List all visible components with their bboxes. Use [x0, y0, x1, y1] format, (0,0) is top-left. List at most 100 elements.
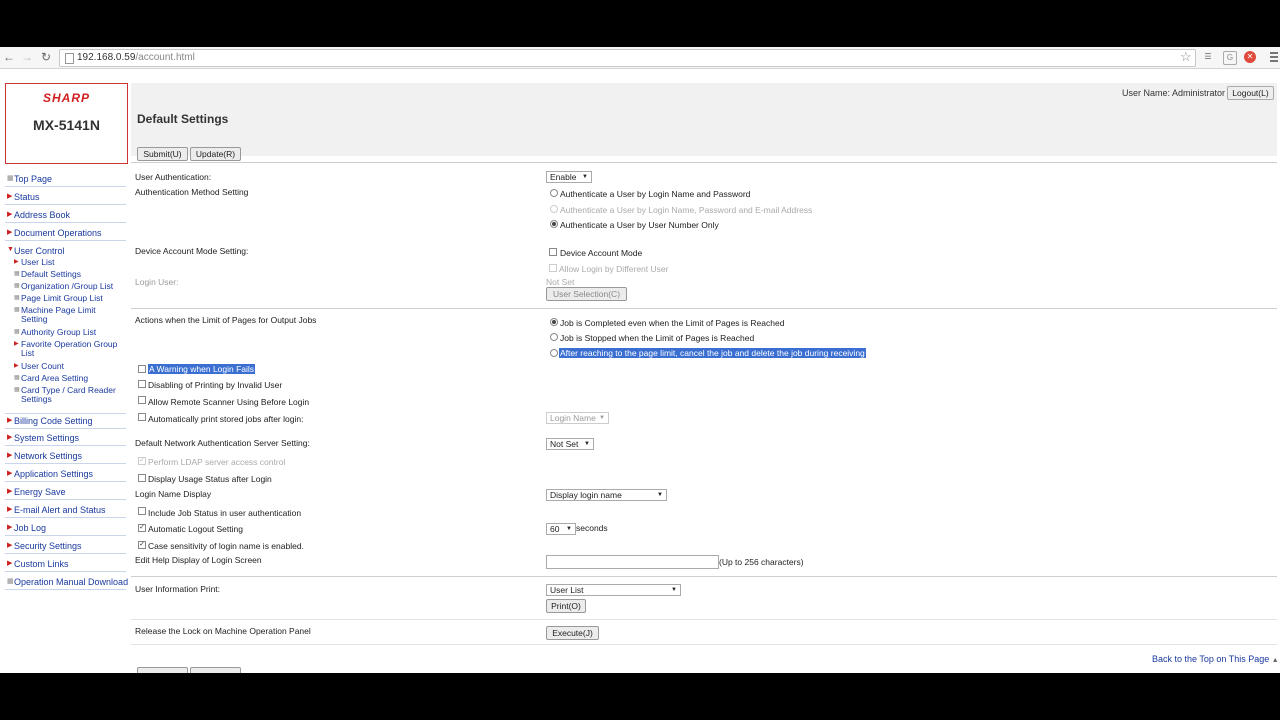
limit-radio-1[interactable]	[550, 318, 558, 326]
case-sensitivity-checkbox[interactable]: ✓	[138, 541, 146, 549]
expand-arrow-icon: ▶	[14, 259, 19, 265]
user-auth-select[interactable]: Enable ▼	[546, 171, 592, 183]
execute-button[interactable]: Execute(J)	[546, 626, 599, 640]
sidebar-item-energy-save[interactable]: ▶ Energy Save	[5, 485, 126, 500]
user-info-print-label: User Information Print:	[135, 584, 221, 594]
sidebar-item-application-settings[interactable]: ▶ Application Settings	[5, 467, 126, 482]
auth-method-radio-3[interactable]	[550, 220, 558, 228]
sidebar-item-document-operations[interactable]: ▶ Document Operations	[5, 226, 126, 241]
limit-option-1: Job is Completed even when the Limit of …	[560, 318, 785, 328]
auto-logout-select[interactable]: 60 ▼	[546, 523, 576, 535]
edit-help-hint: (Up to 256 characters)	[719, 557, 804, 567]
disable-invalid-user-checkbox[interactable]	[138, 380, 146, 388]
forward-arrow-icon[interactable]: →	[20, 50, 34, 64]
user-name-text: User Name: Administrator	[1122, 88, 1226, 98]
sidebar-item-status[interactable]: ▶ Status	[5, 190, 126, 205]
menu-icon[interactable]	[1270, 52, 1278, 62]
edit-help-label: Edit Help Display of Login Screen	[135, 555, 262, 565]
sidebar-subitem-card-type-reader[interactable]: ▦ Card Type / Card Reader Settings	[5, 386, 126, 408]
sidebar-item-custom-links[interactable]: ▶ Custom Links	[5, 557, 126, 572]
auto-logout-text: Automatic Logout Setting	[148, 524, 243, 534]
sidebar-item-top-page[interactable]: ▦ Top Page	[5, 172, 126, 187]
sidebar-item-label: E-mail Alert and Status	[14, 505, 106, 515]
limit-radio-3[interactable]	[550, 349, 558, 357]
sidebar-item-operation-manual[interactable]: ▦ Operation Manual Download	[5, 575, 128, 590]
warning-login-fails-checkbox[interactable]	[138, 365, 146, 373]
url-text: 192.168.0.59/account.html	[77, 52, 195, 63]
ldap-access-text: Perform LDAP server access control	[148, 457, 286, 467]
sidebar-item-address-book[interactable]: ▶ Address Book	[5, 208, 126, 223]
bookmark-star-icon[interactable]: ☆	[1180, 49, 1192, 65]
expand-arrow-icon: ▶	[7, 193, 13, 200]
auto-print-stored-checkbox[interactable]	[138, 413, 146, 421]
page-title: Default Settings	[137, 112, 229, 126]
page-icon: ▦	[14, 375, 20, 381]
extension-icon[interactable]: G	[1223, 51, 1237, 65]
back-arrow-icon[interactable]: ←	[2, 50, 16, 64]
sidebar-item-label: Status	[14, 192, 40, 202]
update-button-bottom[interactable]	[190, 667, 241, 673]
sidebar-item-label: Security Settings	[14, 541, 82, 551]
auth-method-radio-1[interactable]	[550, 189, 558, 197]
ldap-access-checkbox[interactable]: ✓	[138, 457, 146, 465]
sidebar-subitem-label: User Count	[21, 361, 64, 371]
sidebar-item-job-log[interactable]: ▶ Job Log	[5, 521, 126, 536]
sidebar-item-label: Billing Code Setting	[14, 416, 93, 426]
auth-method-option-3: Authenticate a User by User Number Only	[560, 220, 719, 230]
include-job-status-checkbox[interactable]	[138, 507, 146, 515]
expand-arrow-icon: ▶	[7, 434, 13, 441]
user-auth-label: User Authentication:	[135, 172, 212, 182]
login-name-display-select[interactable]: Display login name ▼	[546, 489, 667, 501]
extension-icon[interactable]: ☰	[1202, 51, 1214, 63]
include-job-status-text: Include Job Status in user authenticatio…	[148, 508, 302, 518]
print-button[interactable]: Print(O)	[546, 599, 586, 613]
login-user-label: Login User:	[135, 277, 179, 287]
sidebar-item-security-settings[interactable]: ▶ Security Settings	[5, 539, 126, 554]
stop-extension-icon[interactable]: ✕	[1244, 51, 1256, 63]
sidebar-item-network-settings[interactable]: ▶ Network Settings	[5, 449, 126, 464]
submit-button[interactable]: Submit(U)	[137, 147, 188, 161]
logout-button[interactable]: Logout(L)	[1227, 86, 1274, 100]
browser-window: ← → ↻ 192.168.0.59/account.html ☆ ☰ G ✕ …	[0, 47, 1280, 673]
page-icon: ▦	[14, 295, 20, 301]
sidebar-subitem-favorite-operation-group[interactable]: ▶ Favorite Operation Group List	[5, 340, 126, 362]
case-sensitivity-text: Case sensitivity of login name is enable…	[148, 541, 304, 551]
up-arrow-icon: ▲	[1271, 657, 1279, 664]
sidebar-subitem-label: Card Area Setting	[21, 373, 89, 383]
back-to-top-link[interactable]: Back to the Top on This Page ▲	[1152, 654, 1279, 664]
sidebar-subitem-machine-page-limit[interactable]: ▦ Machine Page Limit Setting	[5, 306, 126, 328]
auth-method-label: Authentication Method Setting	[135, 187, 249, 197]
address-bar[interactable]: 192.168.0.59/account.html	[59, 49, 1196, 67]
page-icon: ▦	[7, 175, 14, 182]
reload-icon[interactable]: ↻	[39, 50, 53, 64]
auto-print-select[interactable]: Login Name ▼	[546, 412, 609, 424]
sidebar-subitem-label: User List	[21, 257, 55, 267]
seconds-text: seconds	[576, 523, 608, 533]
update-button[interactable]: Update(R)	[190, 147, 241, 161]
sidebar-item-billing-code[interactable]: ▶ Billing Code Setting	[5, 413, 126, 429]
sidebar-item-email-alert[interactable]: ▶ E-mail Alert and Status	[5, 503, 126, 518]
page-icon: ▦	[14, 329, 20, 335]
divider	[131, 644, 1277, 645]
dropdown-arrow-icon: ▼	[566, 526, 572, 532]
sidebar-item-system-settings[interactable]: ▶ System Settings	[5, 431, 126, 446]
sidebar-subitem-label: Organization /Group List	[21, 281, 114, 291]
auto-logout-checkbox[interactable]: ✓	[138, 524, 146, 532]
allow-remote-scanner-checkbox[interactable]	[138, 396, 146, 404]
submit-button-bottom[interactable]	[137, 667, 188, 673]
edit-help-input[interactable]	[546, 555, 719, 569]
user-selection-button[interactable]: User Selection(C)	[546, 287, 627, 301]
limit-radio-2[interactable]	[550, 333, 558, 341]
network-auth-select[interactable]: Not Set ▼	[546, 438, 594, 450]
page-icon: ▦	[14, 283, 20, 289]
device-account-checkbox[interactable]	[549, 248, 557, 256]
sidebar-item-label: Job Log	[14, 523, 47, 533]
expand-arrow-icon: ▶	[14, 341, 19, 347]
auth-method-radio-2[interactable]	[550, 205, 558, 213]
sidebar-item-user-control[interactable]: ▼ User Control	[5, 244, 126, 258]
allow-login-diff-checkbox[interactable]	[549, 264, 557, 272]
display-usage-checkbox[interactable]	[138, 474, 146, 482]
dropdown-arrow-icon: ▼	[657, 492, 663, 498]
user-info-print-select[interactable]: User List ▼	[546, 584, 681, 596]
login-user-value: Not Set	[546, 277, 575, 287]
